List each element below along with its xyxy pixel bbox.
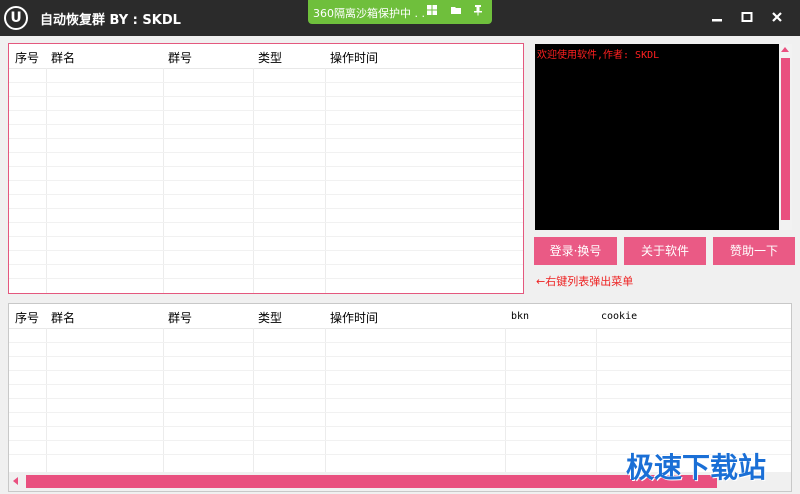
sandbox-text: 360隔离沙箱保护中 . . <box>313 7 425 20</box>
column-header-operation-time[interactable]: 操作时间 <box>330 49 378 66</box>
minimize-button[interactable] <box>706 8 728 28</box>
maximize-icon <box>741 12 753 22</box>
column-header-index[interactable]: 序号 <box>15 49 39 66</box>
table-header: 序号 群名 群号 类型 操作时间 <box>9 44 523 69</box>
maximize-button[interactable] <box>736 8 758 28</box>
close-icon <box>772 12 782 22</box>
column-header-index[interactable]: 序号 <box>15 309 39 326</box>
column-header-type[interactable]: 类型 <box>258 309 282 326</box>
site-watermark: 极速下载站 <box>626 451 767 484</box>
pin-icon <box>474 5 482 16</box>
right-click-hint: ←右键列表弹出菜单 <box>536 275 634 288</box>
app-title: 自动恢复群 BY : SKDL <box>40 13 181 28</box>
sandbox-badge: 360隔离沙箱保护中 . . <box>308 0 492 24</box>
table-header: 序号 群名 群号 类型 操作时间 bkn cookie <box>9 304 791 329</box>
horizontal-scroll-thumb[interactable] <box>26 475 717 488</box>
scroll-left-icon[interactable] <box>13 477 18 485</box>
column-header-group-name[interactable]: 群名 <box>51 309 75 326</box>
about-software-button[interactable]: 关于软件 <box>624 237 706 265</box>
sandbox-windows-button[interactable] <box>422 2 442 22</box>
console-welcome-text: 欢迎使用软件,作者: SKDL <box>537 50 660 61</box>
group-list-table[interactable]: 序号 群名 群号 类型 操作时间 <box>8 43 524 294</box>
column-header-cookie[interactable]: cookie <box>601 311 637 322</box>
login-switch-button[interactable]: 登录·换号 <box>534 237 617 265</box>
column-header-group-name[interactable]: 群名 <box>51 49 75 66</box>
column-header-group-number[interactable]: 群号 <box>168 309 192 326</box>
sandbox-pin-button[interactable] <box>468 2 488 22</box>
donate-button[interactable]: 赞助一下 <box>713 237 795 265</box>
folder-icon <box>451 7 461 14</box>
minimize-icon <box>712 19 722 22</box>
sandbox-folder-button[interactable] <box>446 2 466 22</box>
log-console[interactable]: 欢迎使用软件,作者: SKDL <box>535 44 779 230</box>
windows-icon <box>427 5 437 15</box>
column-header-bkn[interactable]: bkn <box>511 311 529 322</box>
column-header-type[interactable]: 类型 <box>258 49 282 66</box>
close-button[interactable] <box>766 8 788 28</box>
column-header-group-number[interactable]: 群号 <box>168 49 192 66</box>
app-logo-icon: U <box>4 6 28 30</box>
console-scroll-thumb[interactable] <box>781 58 790 220</box>
scroll-up-icon[interactable] <box>781 47 789 52</box>
column-header-operation-time[interactable]: 操作时间 <box>330 309 378 326</box>
